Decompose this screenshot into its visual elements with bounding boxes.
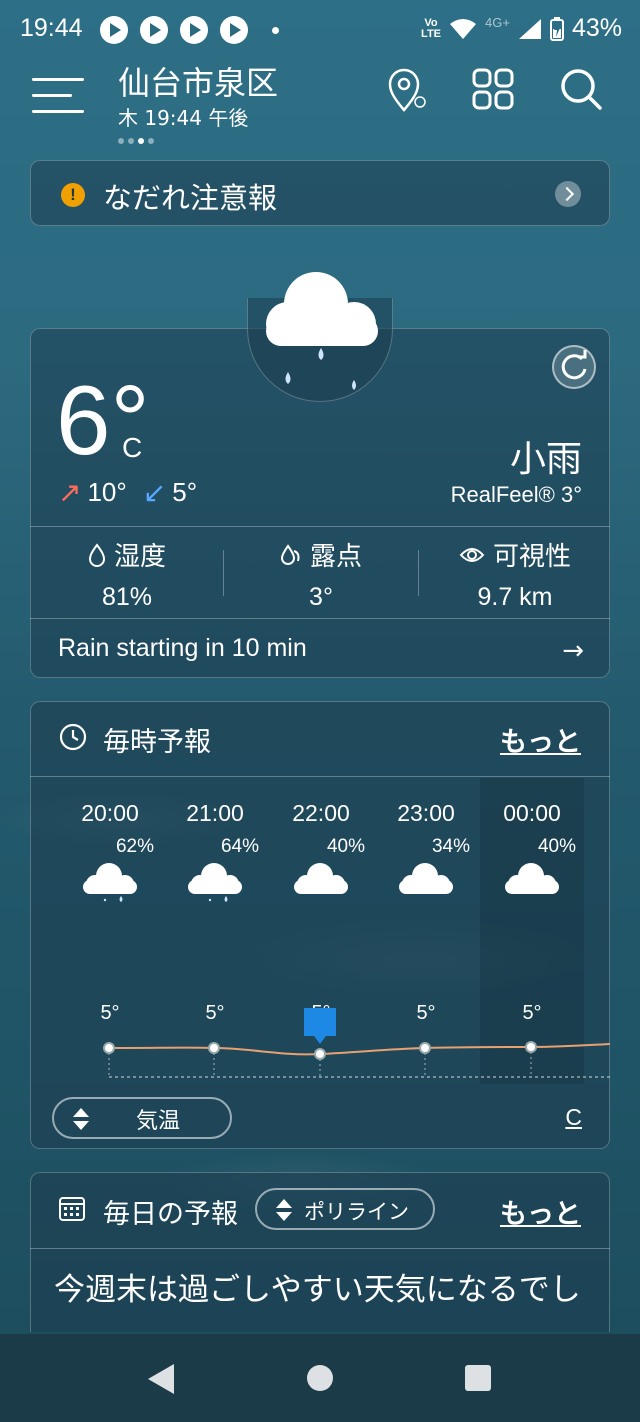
dewpoint-stat: 露点 3° [224, 536, 418, 612]
hour-time: 00:00 [503, 800, 561, 826]
polyline-label: ポリライン [304, 1200, 409, 1224]
hourly-more-link[interactable]: もっと [500, 720, 581, 759]
home-icon[interactable] [307, 1365, 333, 1391]
warning-icon: ! [61, 183, 85, 207]
daily-title: 毎日の予報 [103, 1199, 238, 1230]
arrow-down-icon: ↙ [142, 477, 167, 508]
hour-time: 21:00 [186, 800, 244, 826]
arrow-right-icon[interactable]: → [562, 636, 584, 666]
status-bar: 19:44 Vo LTE 4G+ 43% [0, 0, 640, 60]
rain-cloud-icon [184, 860, 246, 908]
dewpoint-value: 3° [309, 583, 333, 611]
minutecast-text[interactable]: Rain starting in 10 min [58, 634, 307, 663]
menu-icon[interactable] [32, 74, 84, 116]
daily-headline[interactable]: 今週末は過ごしやすい天気になるでし [54, 1264, 594, 1320]
divider [30, 526, 610, 527]
high-temp: 10° [87, 477, 127, 507]
humidity-value: 81% [101, 583, 153, 611]
precip-probability: 64% [220, 836, 259, 857]
divider [30, 776, 610, 777]
arrow-up-icon: ↗ [58, 477, 82, 508]
network-type: 4G+ [485, 15, 510, 30]
volte-icon: Vo LTE [421, 16, 442, 40]
media-notification-icon [100, 16, 128, 44]
eye-icon [459, 547, 485, 562]
precip-probability: 40% [326, 836, 365, 857]
recents-icon[interactable] [465, 1365, 491, 1391]
refresh-button[interactable] [552, 345, 596, 389]
back-icon[interactable] [148, 1364, 174, 1394]
location-title[interactable]: 仙台市泉区 [118, 58, 278, 104]
humidity-stat: 湿度 81% [30, 536, 224, 612]
daily-more-link[interactable]: もっと [500, 1192, 581, 1231]
media-notification-icon [140, 16, 168, 44]
alert-text: なだれ注意報 [103, 181, 278, 215]
hour-time: 23:00 [397, 800, 455, 826]
high-low-temps: ↗ 10° ↙ 5° [58, 476, 197, 509]
visibility-value: 9.7 km [477, 583, 553, 611]
battery-charging-icon [549, 16, 564, 41]
unit-toggle[interactable]: C [565, 1104, 582, 1131]
temperature-unit: C [122, 432, 143, 463]
dewpoint-icon [280, 543, 300, 565]
divider [30, 1248, 610, 1249]
status-right: Vo LTE 4G+ 43% [421, 14, 622, 43]
battery-level: 43% [571, 14, 622, 42]
widgets-grid-icon[interactable] [470, 66, 518, 114]
precip-probability: 62% [115, 836, 154, 857]
location-page-indicator [118, 138, 154, 144]
visibility-stat: 可視性 9.7 km [418, 536, 612, 612]
cloud-icon [395, 860, 457, 908]
rain-cloud-icon [79, 860, 141, 908]
swap-vertical-icon [73, 1108, 89, 1130]
hour-time: 20:00 [81, 800, 139, 826]
chart-metric-label: 気温 [136, 1109, 181, 1134]
cloud-icon [501, 860, 563, 908]
temperature-chart [103, 1008, 610, 1078]
precip-probability: 34% [431, 836, 470, 857]
calendar-icon [59, 1197, 85, 1221]
wifi-icon [450, 18, 477, 39]
search-icon[interactable] [558, 66, 606, 114]
low-temp: 5° [172, 477, 198, 507]
hourly-title: 毎時予報 [103, 727, 211, 758]
more-notifications-icon [272, 27, 279, 34]
swap-vertical-icon [276, 1199, 292, 1221]
light-rain-cloud-icon [266, 272, 378, 390]
status-time: 19:44 [20, 14, 83, 42]
media-notification-icon [220, 16, 248, 44]
precip-probability: 40% [537, 836, 576, 857]
location-pin-icon[interactable] [382, 66, 430, 114]
media-notification-icon [180, 16, 208, 44]
divider [30, 618, 610, 619]
realfeel-temperature: RealFeel® 3° [450, 482, 582, 507]
refresh-icon [561, 350, 587, 380]
humidity-icon [88, 542, 105, 567]
cloud-icon [290, 860, 352, 908]
chevron-right-icon [555, 181, 581, 207]
hour-time: 22:00 [292, 800, 350, 826]
clock-icon [59, 723, 87, 751]
condition-text: 小雨 [509, 439, 582, 480]
weather-alert-banner[interactable]: ! なだれ注意報 [30, 160, 610, 226]
signal-icon [518, 18, 541, 39]
local-datetime: 木 19:44 午後 [118, 106, 249, 130]
